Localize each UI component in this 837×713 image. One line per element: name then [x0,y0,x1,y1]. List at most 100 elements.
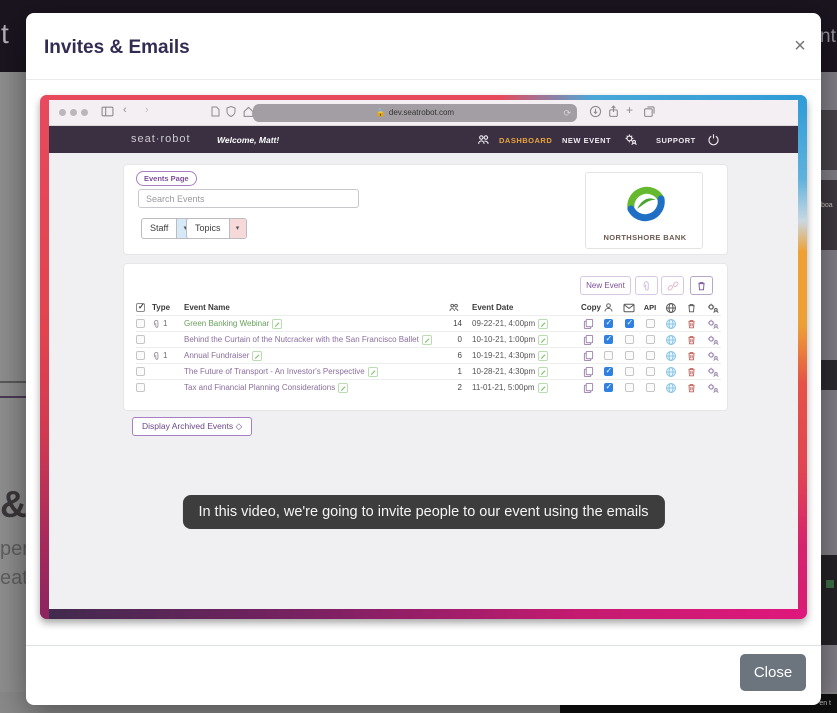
people-toggle[interactable] [600,351,616,360]
edit-icon[interactable] [272,319,282,329]
event-name-link[interactable]: Annual Fundraiser [184,351,249,360]
users-icon [477,133,490,146]
video-frame-gradient [40,609,807,619]
edit-icon[interactable] [538,319,548,329]
api-toggle[interactable] [642,367,658,376]
back-icon[interactable]: ‹ [123,104,127,116]
globe-button[interactable] [663,334,679,346]
new-tab-icon[interactable]: + [626,103,633,117]
nav-new-event[interactable]: NEW EVENT [562,136,611,145]
forward-icon[interactable]: › [145,104,149,116]
email-toggle[interactable] [621,335,637,344]
nav-support[interactable]: SUPPORT [656,136,696,145]
api-toggle[interactable] [642,319,658,328]
globe-button[interactable] [663,382,679,394]
copy-button[interactable] [581,318,595,330]
copy-button[interactable] [581,334,595,346]
unlink-button[interactable] [661,276,684,295]
invite-settings-button[interactable] [703,350,721,362]
refresh-diamond-icon: ◇ [236,421,243,431]
reader-icon[interactable] [209,105,221,118]
delete-button[interactable] [684,318,698,330]
chevron-down-icon[interactable]: ▾ [229,219,246,238]
app-logo[interactable]: seat·robot [131,133,191,145]
share-icon[interactable] [607,105,620,118]
select-all-checkbox[interactable] [136,303,145,312]
api-toggle[interactable] [642,335,658,344]
email-toggle[interactable] [621,351,637,360]
events-page-badge[interactable]: Events Page [136,171,197,186]
email-toggle[interactable] [621,319,637,328]
row-checkbox[interactable] [136,367,145,376]
video-player[interactable]: ‹ › 🔒dev.seatrobot.com ⟳ [40,95,807,619]
people-toggle[interactable] [600,383,616,392]
download-icon[interactable] [589,105,602,118]
invite-settings-button[interactable] [703,334,721,346]
client-logo-card: NORTHSHORE BANK [585,172,703,249]
row-checkbox[interactable] [136,335,145,344]
people-toggle[interactable] [600,335,616,344]
new-event-button[interactable]: New Event [580,276,631,295]
power-icon[interactable] [707,133,720,146]
bulk-delete-button[interactable] [690,276,713,295]
edit-icon[interactable] [338,383,348,393]
email-toggle[interactable] [621,383,637,392]
copy-button[interactable] [581,350,595,362]
close-button[interactable]: Close [740,654,806,691]
edit-icon[interactable] [252,351,262,361]
edit-icon[interactable] [368,367,378,377]
event-name-link[interactable]: The Future of Transport - An Investor's … [184,367,365,376]
event-name-link[interactable]: Behind the Curtain of the Nutcracker wit… [184,335,419,344]
globe-button[interactable] [663,318,679,330]
edit-icon[interactable] [538,351,548,361]
delete-button[interactable] [684,334,698,346]
browser-toolbar: ‹ › 🔒dev.seatrobot.com ⟳ [49,100,798,126]
delete-button[interactable] [684,382,698,394]
people-toggle[interactable] [600,319,616,328]
close-icon[interactable]: × [786,33,814,61]
background-block [821,110,837,170]
trash-column-icon [684,302,698,314]
row-checkbox[interactable] [136,319,145,328]
tabs-icon[interactable] [643,105,656,118]
invite-settings-button[interactable] [703,366,721,378]
row-checkbox[interactable] [136,383,145,392]
edit-icon[interactable] [422,335,432,345]
row-checkbox[interactable] [136,351,145,360]
settings-gear-icon[interactable] [624,133,637,146]
search-input[interactable] [138,189,359,208]
sidebar-icon[interactable] [101,105,114,118]
col-event-name: Event Name [184,303,448,312]
event-name-link[interactable]: Green Banking Webinar [184,319,269,328]
copy-button[interactable] [581,366,595,378]
api-toggle[interactable] [642,351,658,360]
people-column-icon [600,302,616,313]
copy-button[interactable] [581,382,595,394]
edit-icon[interactable] [538,383,548,393]
event-name-link[interactable]: Tax and Financial Planning Consideration… [184,383,335,392]
attach-button[interactable] [635,276,658,295]
invite-settings-button[interactable] [703,382,721,394]
table-row: 1 Annual Fundraiser 6 10-19-21, 4:30pm [136,347,721,363]
delete-button[interactable] [684,350,698,362]
nav-dashboard[interactable]: DASHBOARD [499,136,552,145]
edit-icon[interactable] [538,335,548,345]
topics-filter[interactable]: Topics ▾ [186,218,247,239]
globe-button[interactable] [663,366,679,378]
table-row: The Future of Transport - An Investor's … [136,363,721,379]
people-toggle[interactable] [600,367,616,376]
delete-button[interactable] [684,366,698,378]
event-date-cell: 10-28-21, 4:30pm [472,367,569,377]
globe-button[interactable] [663,350,679,362]
background-divider [0,381,26,383]
invites-emails-modal: Invites & Emails × ‹ › [26,13,821,705]
col-api: API [642,303,658,312]
edit-icon[interactable] [538,367,548,377]
api-toggle[interactable] [642,383,658,392]
email-toggle[interactable] [621,367,637,376]
invite-settings-button[interactable] [703,318,721,330]
shield-icon[interactable] [225,105,237,118]
address-bar[interactable]: 🔒dev.seatrobot.com ⟳ [253,104,577,122]
refresh-icon[interactable]: ⟳ [563,104,571,122]
display-archived-button[interactable]: Display Archived Events ◇ [132,417,252,436]
